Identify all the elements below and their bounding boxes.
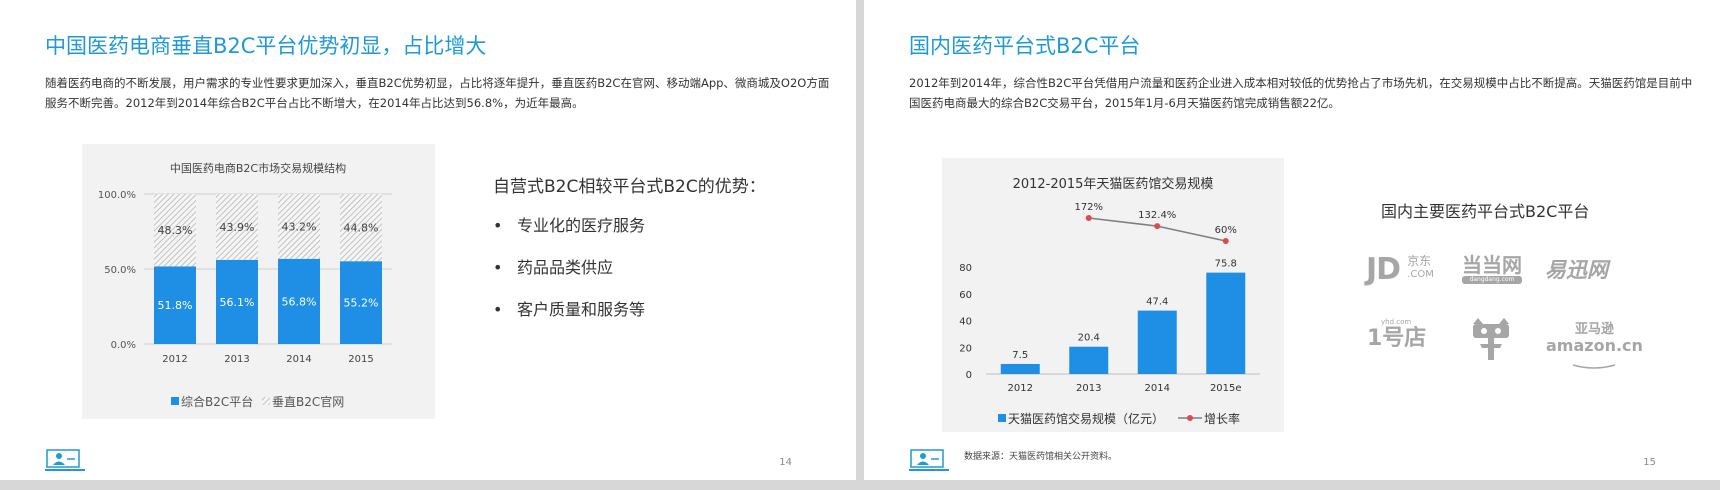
legend-swatch-volume xyxy=(998,414,1006,422)
dangdang-logo: 当当网 dangdang.com xyxy=(1462,254,1522,284)
chart-title: 中国医药电商B2C市场交易规模结构 xyxy=(170,161,346,175)
slide-description: 随着医药电商的不断发展，用户需求的专业性要求更加深入，垂直B2C优势初显，占比将… xyxy=(45,76,830,110)
presentation-icon xyxy=(910,449,944,468)
bullet: • xyxy=(493,300,503,319)
data-label-volume: 7.5 xyxy=(1012,350,1028,361)
amazon-logo: 亚马逊 amazon.cn xyxy=(1546,322,1643,374)
footer-line xyxy=(45,469,85,471)
x-tick-label: 2015 xyxy=(348,354,373,365)
jd-logo-cn: 京东 xyxy=(1407,254,1432,268)
tmall-pharmacy-chart: 2012-2015年天猫医药馆交易规模 0 20 40 60 80 7.5 20.4 47.… xyxy=(942,158,1284,432)
growth-rate-point xyxy=(1154,223,1161,230)
data-label-volume: 47.4 xyxy=(1146,297,1168,308)
legend-label-growth: 增长率 xyxy=(1204,411,1240,426)
y-tick-label: 60 xyxy=(959,290,972,301)
x-tick-label: 2012 xyxy=(162,354,187,365)
data-label-growth: 132.4% xyxy=(1138,210,1176,221)
y-tick-label: 100.0% xyxy=(98,190,136,201)
market-structure-chart: 中国医药电商B2C市场交易规模结构 0.0% 50.0% 100.0% 51.8% 4… xyxy=(82,144,435,419)
data-label-growth: 172% xyxy=(1074,202,1103,213)
tmall-logo: 天猫 xyxy=(1473,318,1509,360)
jd-logo-main: JD xyxy=(1366,252,1401,287)
data-source-note: 数据来源：天猫医药馆相关公开资料。 xyxy=(964,452,1118,462)
legend-label-integrated: 综合B2C平台 xyxy=(181,394,253,409)
bar-transaction-volume xyxy=(1000,363,1040,374)
advantage-text: 客户质量和服务等 xyxy=(517,300,646,319)
yhd-logo-main: 1号店 xyxy=(1367,326,1427,351)
advantages-title: 自营式B2C相较平台式B2C的优势： xyxy=(493,177,766,197)
yhd-logo-sub: yhd.com xyxy=(1381,318,1412,326)
y-tick-label: 0.0% xyxy=(111,340,136,351)
data-label-vertical: 44.8% xyxy=(344,222,379,235)
growth-rate-point xyxy=(1085,215,1092,221)
legend-label-volume: 天猫医药馆交易规模（亿元） xyxy=(1008,411,1164,426)
page-number: 15 xyxy=(1643,457,1656,468)
advantage-text: 药品品类供应 xyxy=(517,258,614,277)
data-label-vertical: 43.9% xyxy=(220,221,255,234)
slide-right: 国内医药平台式B2C平台 2012年到2014年，综合性B2C平台凭借用户流量和… xyxy=(864,0,1720,480)
data-label-volume: 75.8 xyxy=(1215,259,1237,270)
y-tick-label: 40 xyxy=(959,317,972,328)
page-number: 14 xyxy=(779,457,792,468)
dangdang-logo-main: 当当网 xyxy=(1462,253,1522,277)
amazon-smile-icon xyxy=(1573,364,1616,369)
yixun-logo: 易迅网 xyxy=(1545,254,1608,284)
growth-rate-point xyxy=(1222,238,1229,244)
advantage-item: • 药品品类供应 xyxy=(493,254,645,296)
y-tick-label: 20 xyxy=(959,343,972,354)
slide-title: 中国医药电商垂直B2C平台优势初显，占比增大 xyxy=(45,34,487,58)
bar-transaction-volume xyxy=(1137,310,1177,374)
x-tick-label: 2014 xyxy=(1145,383,1170,394)
legend-swatch-integrated xyxy=(171,397,179,405)
y-tick-label: 50.0% xyxy=(104,265,136,276)
market-structure-chart-svg: 中国医药电商B2C市场交易规模结构 0.0% 50.0% 100.0% 51.8% 4… xyxy=(98,161,392,409)
advantage-item: • 客户质量和服务等 xyxy=(493,296,645,338)
legend-marker-growth xyxy=(1187,415,1193,421)
x-tick-label: 2014 xyxy=(286,354,311,365)
presentation-icon xyxy=(46,449,80,468)
jd-logo-com: .COM xyxy=(1407,269,1434,280)
data-label-integrated: 56.1% xyxy=(220,296,255,309)
footer-line xyxy=(909,469,949,471)
legend-label-vertical: 垂直B2C官网 xyxy=(272,394,344,409)
amazon-logo-main: amazon.cn xyxy=(1546,336,1643,355)
advantage-text: 专业化的医疗服务 xyxy=(517,216,646,235)
slide-title: 国内医药平台式B2C平台 xyxy=(909,34,1141,58)
tmall-pharmacy-chart-svg: 2012-2015年天猫医药馆交易规模 0 20 40 60 80 7.5 20.4 47.… xyxy=(959,176,1260,426)
data-label-growth: 60% xyxy=(1215,225,1237,236)
bullet: • xyxy=(493,258,503,277)
yhd-logo: yhd.com 1号店 xyxy=(1367,318,1426,352)
data-label-integrated: 55.2% xyxy=(344,297,379,310)
data-label-volume: 20.4 xyxy=(1078,333,1100,344)
platform-logos-title: 国内主要医药平台式B2C平台 xyxy=(1381,202,1590,221)
advantage-item: • 专业化的医疗服务 xyxy=(493,212,645,254)
data-label-integrated: 56.8% xyxy=(282,295,317,308)
advantages-list: • 专业化的医疗服务 • 药品品类供应 • 客户质量和服务等 xyxy=(493,212,645,338)
growth-rate-line xyxy=(1088,217,1226,242)
amazon-logo-cn: 亚马逊 xyxy=(1574,322,1614,337)
yixun-logo-text: 易迅网 xyxy=(1545,258,1608,282)
x-tick-label: 2015e xyxy=(1210,383,1242,394)
jd-logo: JD 京东 .COM xyxy=(1366,252,1434,287)
x-tick-label: 2013 xyxy=(224,354,249,365)
bar-transaction-volume xyxy=(1069,346,1109,374)
slide-left: 中国医药电商垂直B2C平台优势初显，占比增大 随着医药电商的不断发展，用户需求的… xyxy=(0,0,856,480)
bar-transaction-volume xyxy=(1206,272,1246,374)
y-tick-label: 80 xyxy=(959,263,972,274)
data-label-vertical: 48.3% xyxy=(158,224,193,237)
y-tick-label: 0 xyxy=(966,370,972,381)
x-tick-label: 2012 xyxy=(1008,383,1033,394)
slide-description: 2012年到2014年，综合性B2C平台凭借用户流量和医药企业进入成本相对较低的… xyxy=(909,76,1693,110)
data-label-vertical: 43.2% xyxy=(282,220,317,233)
dangdang-logo-sub: dangdang.com xyxy=(1462,276,1522,284)
data-label-integrated: 51.8% xyxy=(158,299,193,312)
x-tick-label: 2013 xyxy=(1076,383,1101,394)
chart-title: 2012-2015年天猫医药馆交易规模 xyxy=(1013,176,1214,192)
bullet: • xyxy=(493,216,503,235)
legend-swatch-vertical xyxy=(262,397,270,405)
